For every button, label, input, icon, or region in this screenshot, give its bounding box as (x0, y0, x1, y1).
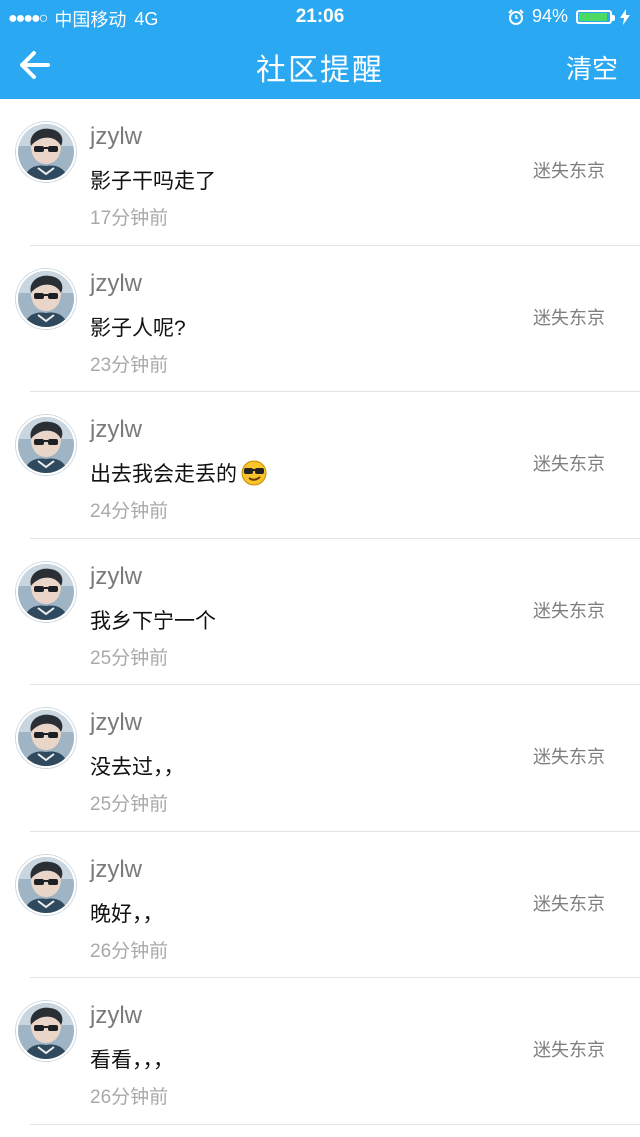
source-label: 迷失东京 (533, 600, 605, 621)
timestamp: 26分钟前 (90, 1087, 169, 1108)
notification-item[interactable]: jzylw 影子人呢? 23分钟前 迷失东京 (0, 246, 640, 392)
timestamp: 26分钟前 (90, 940, 169, 962)
timestamp: 17分钟前 (90, 208, 169, 229)
avatar-image (18, 710, 74, 766)
alarm-clock-icon (508, 8, 524, 25)
message-content: 没去过，， (90, 751, 185, 781)
message-text: 出去我会走丢的 (90, 463, 237, 486)
message-content: 我乡下宁一个 (90, 605, 216, 635)
divider (30, 1123, 640, 1125)
message-content: 影子干吗走了 (90, 165, 216, 195)
avatar[interactable] (16, 854, 76, 915)
avatar-image (18, 270, 74, 327)
source-label: 迷失东京 (533, 747, 605, 767)
message-text: 我乡下宁一个 (90, 609, 216, 633)
avatar[interactable] (16, 708, 76, 768)
avatar-image (18, 124, 74, 180)
message-content: 出去我会走丢的 (90, 458, 268, 488)
avatar[interactable] (16, 415, 76, 475)
avatar[interactable] (16, 122, 76, 182)
avatar[interactable] (16, 561, 76, 622)
message-text: 影子人呢? (90, 316, 186, 340)
message-text: 晚好，， (90, 902, 164, 926)
cool-face-emoji (241, 460, 267, 486)
timestamp: 25分钟前 (90, 794, 169, 815)
avatar-image (18, 417, 74, 473)
message-content: 看看，，， (90, 1044, 174, 1074)
source-label: 迷失东京 (533, 161, 605, 181)
message-content: 晚好，， (90, 898, 164, 928)
navbar: 社区提醒 清空 (0, 34, 640, 99)
source-label: 迷失东京 (533, 454, 605, 474)
message-content: 影子人呢? (90, 312, 186, 342)
notification-item[interactable]: jzylw 影子干吗走了 17分钟前 迷失东京 (0, 99, 640, 246)
avatar[interactable] (16, 268, 76, 329)
source-label: 迷失东京 (533, 1040, 605, 1060)
avatar-image (18, 856, 74, 913)
battery-percent: 94% (531, 6, 568, 26)
notification-item[interactable]: jzylw 出去我会走丢的 24分钟前 迷失东京 (0, 392, 640, 539)
username[interactable]: jzylw (90, 416, 142, 444)
page-title: 社区提醒 (256, 54, 384, 87)
header: ●●●●○ 中国移动 4G 21:06 94% 社区提醒 清空 (0, 0, 640, 99)
message-text: 看看，，， (90, 1049, 174, 1072)
status-bar: ●●●●○ 中国移动 4G 21:06 94% (0, 0, 640, 34)
clear-button[interactable]: 清空 (566, 49, 618, 86)
timestamp: 23分钟前 (90, 354, 169, 376)
timestamp: 25分钟前 (90, 647, 169, 669)
source-label: 迷失东京 (533, 893, 605, 914)
avatar-image (18, 563, 74, 620)
username[interactable]: jzylw (90, 709, 142, 737)
username[interactable]: jzylw (90, 563, 142, 591)
username[interactable]: jzylw (90, 123, 142, 151)
message-text: 影子干吗走了 (90, 170, 216, 193)
message-text: 没去过，， (90, 756, 185, 779)
notification-item[interactable]: jzylw 我乡下宁一个 25分钟前 迷失东京 (0, 539, 640, 685)
username[interactable]: jzylw (90, 270, 142, 298)
timestamp: 24分钟前 (90, 501, 169, 522)
notification-list: jzylw 影子干吗走了 17分钟前 迷失东京 jzylw 影子人呢? 23分钟… (0, 99, 640, 1125)
notification-item[interactable]: jzylw 看看，，， 26分钟前 迷失东京 (0, 978, 640, 1125)
notification-item[interactable]: jzylw 没去过，， 25分钟前 迷失东京 (0, 685, 640, 832)
charging-bolt-icon (620, 8, 630, 25)
battery-fill (579, 12, 608, 21)
username[interactable]: jzylw (90, 856, 142, 884)
notification-item[interactable]: jzylw 晚好，， 26分钟前 迷失东京 (0, 832, 640, 978)
avatar[interactable] (16, 1001, 76, 1061)
source-label: 迷失东京 (533, 307, 605, 328)
status-right: 94% (508, 6, 630, 27)
username[interactable]: jzylw (90, 1002, 142, 1030)
battery-icon (576, 9, 615, 24)
avatar-image (18, 1003, 74, 1059)
